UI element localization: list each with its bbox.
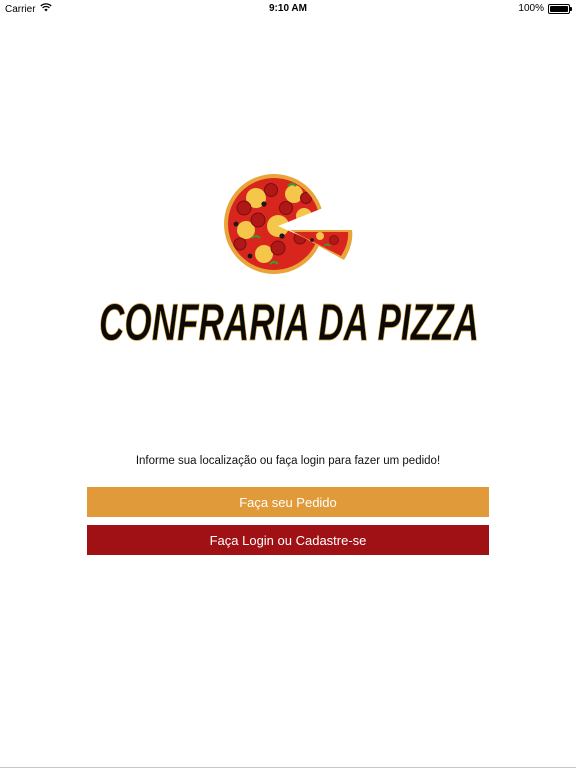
pizza-icon [224,174,353,274]
battery-fill [550,5,568,12]
status-bar: Carrier 9:10 AM 100% [0,0,576,18]
order-button[interactable]: Faça seu Pedido [87,487,489,517]
app-screen: Carrier 9:10 AM 100% CONFRARIA DA PIZZA … [0,0,576,768]
status-time: 9:10 AM [269,3,307,14]
brand-text: CONFRARIA DA PIZZA [99,294,479,350]
info-message: Informe sua localização ou faça login pa… [135,455,441,467]
brand-logo: CONFRARIA DA PIZZA [99,294,480,350]
login-signup-button[interactable]: Faça Login ou Cadastre-se [87,525,489,555]
battery-percent: 100% [518,3,544,14]
status-right: 100% [518,3,572,14]
battery-icon [548,3,572,14]
